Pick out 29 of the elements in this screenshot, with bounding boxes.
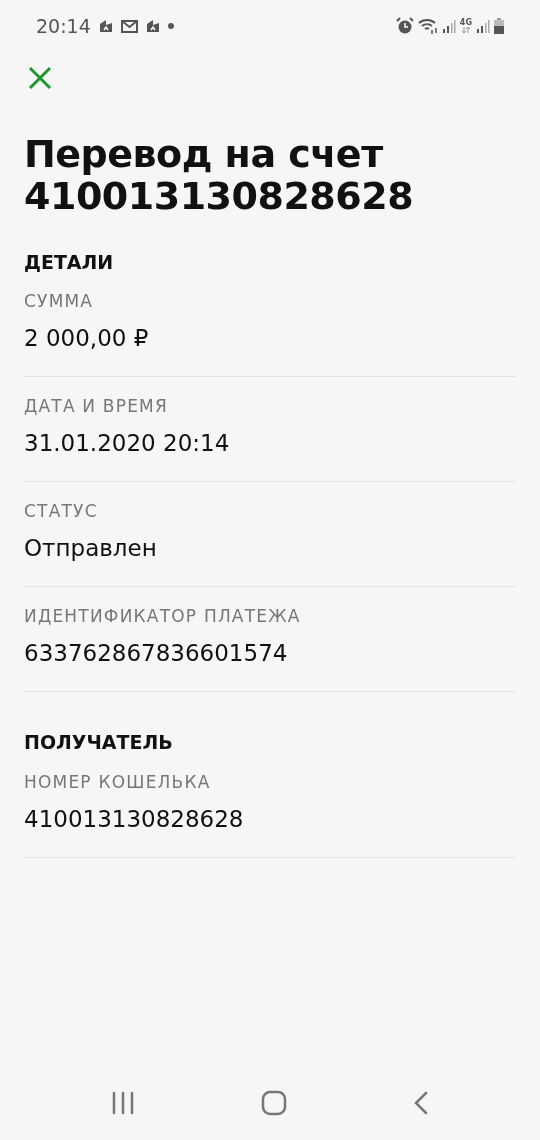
section-heading: ПОЛУЧАТЕЛЬ	[24, 730, 174, 756]
field-label: ДАТА И ВРЕМЯ	[24, 395, 169, 418]
dot-icon	[167, 23, 174, 29]
field-value: 2 000,00 ₽	[24, 324, 150, 354]
data-arrows-icon	[460, 27, 471, 33]
field-value: 31.01.2020 20:14	[24, 429, 231, 459]
field-label: СТАТУС	[24, 500, 99, 523]
field-value: Отправлен	[24, 534, 158, 564]
field-label: СУММА	[24, 290, 95, 313]
field-label: ИДЕНТИФИКАТОР ПЛАТЕЖА	[24, 605, 302, 628]
alarm-icon	[395, 17, 414, 35]
battery-icon	[494, 18, 504, 34]
recent-apps-icon[interactable]	[111, 1091, 135, 1115]
field-value: 633762867836601574	[24, 639, 289, 669]
field-value: 410013130828628	[24, 804, 245, 834]
status-time: 20:14	[36, 13, 91, 39]
mail-icon	[120, 19, 138, 33]
home-icon[interactable]	[261, 1090, 287, 1116]
notification-icon	[98, 19, 113, 33]
notification-icon	[145, 19, 160, 33]
close-icon	[28, 66, 52, 90]
field-label: НОМЕР КОШЕЛЬКА	[24, 770, 212, 793]
wifi-icon	[417, 18, 438, 34]
network-type: 4G	[459, 19, 472, 27]
signal-icon	[476, 19, 490, 33]
signal-icon	[441, 19, 456, 33]
back-icon[interactable]	[413, 1091, 429, 1115]
page-title: Перевод на счет 410013130828628	[24, 134, 415, 218]
section-heading: ДЕТАЛИ	[24, 249, 115, 275]
